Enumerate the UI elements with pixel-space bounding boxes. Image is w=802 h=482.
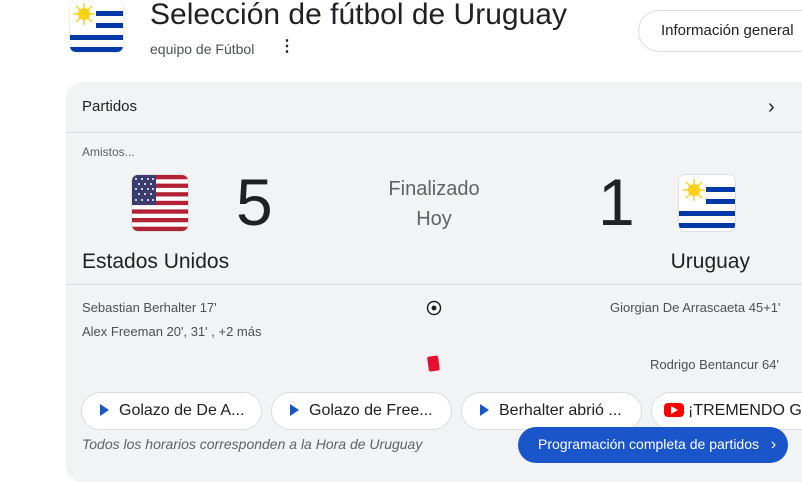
match-status: Finalizado — [388, 178, 480, 200]
full-schedule-label: Programación completa de partidos — [538, 436, 760, 452]
divider — [66, 132, 802, 133]
usa-flag-icon — [132, 175, 188, 231]
video-chip-label: Golazo de De A... — [119, 402, 245, 419]
home-team-name[interactable]: Estados Unidos — [82, 248, 229, 276]
video-chip[interactable]: Golazo de De A... — [81, 392, 262, 430]
youtube-icon — [664, 403, 684, 417]
divider — [66, 284, 802, 285]
video-chip-label: Berhalter abrió ... — [499, 402, 622, 419]
video-chip[interactable]: Golazo de Free... — [271, 392, 452, 430]
page-title: Selección de fútbol de Uruguay — [150, 0, 567, 31]
play-icon — [290, 404, 299, 416]
info-general-button[interactable]: Información general — [638, 10, 802, 52]
red-card-event: Rodrigo Bentancur 64' — [650, 357, 779, 372]
red-card-icon — [427, 355, 441, 373]
home-goal-event: Alex Freeman 20', 31' , +2 más — [82, 324, 262, 339]
chevron-right-icon: › — [770, 436, 777, 453]
video-chip-label: Golazo de Free... — [309, 402, 433, 419]
timezone-note: Todos los horarios corresponden a la Hor… — [82, 436, 423, 452]
more-options-icon[interactable]: ⋮ — [279, 38, 295, 58]
page-subtitle: equipo de Fútbol — [150, 41, 255, 57]
video-chip[interactable]: ¡TREMENDO GOL — [651, 392, 802, 430]
video-chip[interactable]: Berhalter abrió ... — [461, 392, 642, 430]
play-icon — [100, 404, 109, 416]
chevron-right-icon[interactable]: › — [768, 96, 784, 118]
away-score: 1 — [598, 165, 635, 239]
home-goal-event: Sebastian Berhalter 17' — [82, 300, 217, 315]
uruguay-flag-icon — [70, 0, 123, 52]
video-chip-label: ¡TREMENDO GOL — [688, 402, 802, 419]
soccer-ball-icon — [426, 300, 442, 316]
away-team-name[interactable]: Uruguay — [640, 248, 750, 276]
full-schedule-button[interactable]: Programación completa de partidos › — [518, 427, 788, 463]
card-title[interactable]: Partidos — [82, 97, 137, 117]
play-icon — [480, 404, 489, 416]
uruguay-flag-icon — [679, 175, 735, 231]
away-goal-event: Giorgian De Arrascaeta 45+1' — [610, 300, 781, 315]
competition-label: Amistos... — [82, 145, 135, 159]
home-score: 5 — [236, 165, 273, 239]
match-date: Hoy — [416, 208, 452, 230]
